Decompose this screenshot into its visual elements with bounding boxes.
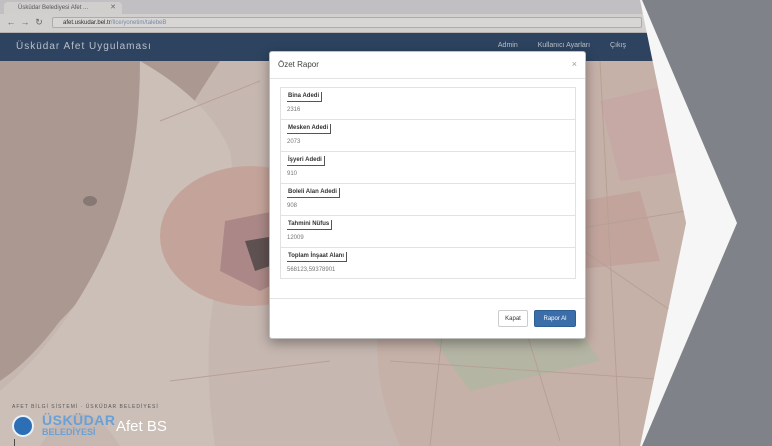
field-label: Toplam İnşaat Alanı [287,252,348,262]
municipality-logo-icon [12,415,34,437]
field-value: 12009 [287,235,304,241]
logo-line2: BELEDİYESİ [42,427,96,437]
browser-tab[interactable]: Üsküdar Belediyesi Afet ... ✕ [4,2,122,14]
logo-line1: ÜSKÜDAR [42,412,116,428]
field-value: 908 [287,203,298,209]
address-row: ← → ↻ afet.uskudar.bel.tr/Ilce/yonetim/t… [0,14,686,33]
footer-logo: ÜSKÜDAR BELEDİYESİ Afet BS [12,403,212,443]
field-label: Bina Adedi [287,92,323,102]
field-label: Boleli Alan Adedi [287,188,340,198]
summary-report-modal: Özet Rapor × Bina Adedi 2316 Mesken Aded… [269,51,586,339]
browser-tab-title: Üsküdar Belediyesi Afet ... [18,5,89,11]
get-report-button[interactable]: Rapor Al [534,310,576,327]
browser-tab-bar: Üsküdar Belediyesi Afet ... ✕ [0,0,686,14]
nav-settings[interactable]: Kullanıcı Ayarları [538,42,590,49]
reload-icon[interactable]: ↻ [34,17,44,27]
modal-title: Özet Rapor [278,60,319,69]
url-path: /Ilce/yonetim/talebeB [110,20,167,26]
close-button[interactable]: Kapat [498,310,528,327]
field-label: Mesken Adedi [287,124,332,134]
modal-footer: Kapat Rapor Al [270,298,585,339]
field-value: 2316 [287,107,301,113]
nav-logout[interactable]: Çıkış [610,42,626,49]
field-area-count: Boleli Alan Adedi 908 [280,183,576,215]
field-residence-count: Mesken Adedi 2073 [280,119,576,151]
close-icon[interactable]: × [572,59,577,69]
report-fields: Bina Adedi 2316 Mesken Adedi 2073 İşyeri… [280,87,576,279]
app-title: Üsküdar Afet Uygulaması [16,41,152,52]
field-value: 910 [287,171,298,177]
screenshot-frame: Üsküdar Belediyesi Afet ... ✕ ← → ↻ afet… [0,0,772,446]
field-label: Tahmini Nüfus [287,220,333,230]
field-workplace-count: İşyeri Adedi 910 [280,151,576,183]
field-population: Tahmini Nüfus 12009 [280,215,576,247]
url-bar[interactable]: afet.uskudar.bel.tr/Ilce/yonetim/talebeB [52,17,642,28]
product-name: Afet BS [116,418,167,435]
field-value: 2073 [287,139,301,145]
field-building-count: Bina Adedi 2316 [280,87,576,119]
field-label: İşyeri Adedi [287,156,325,166]
modal-header: Özet Rapor × [270,52,585,79]
url-domain: afet.uskudar.bel.tr [63,20,111,26]
field-construction-area: Toplam İnşaat Alanı 568123,59378901 [280,247,576,279]
header-nav: Admin Kullanıcı Ayarları Çıkış [498,42,626,49]
field-value: 568123,59378901 [287,267,336,273]
tab-close-icon[interactable]: ✕ [110,2,116,14]
forward-icon[interactable]: → [20,17,30,27]
back-icon[interactable]: ← [6,17,16,27]
nav-admin[interactable]: Admin [498,42,518,49]
